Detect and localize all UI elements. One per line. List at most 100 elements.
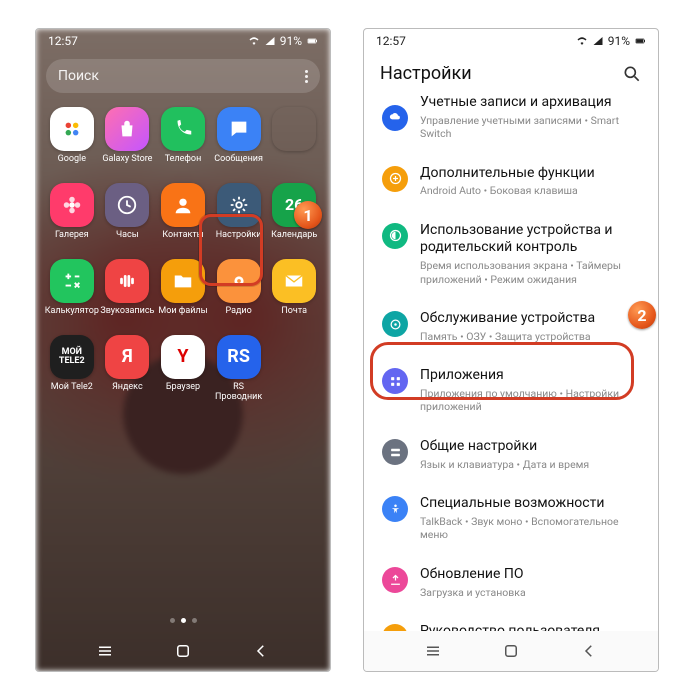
settings-item-title: Использование устройства и родительский …: [420, 222, 642, 257]
page-indicator: [36, 618, 330, 623]
settings-header: Настройки: [364, 53, 658, 90]
settings-item-title: Специальные возможности: [420, 495, 642, 513]
more-icon[interactable]: [305, 70, 308, 83]
a11y-icon: [382, 496, 408, 522]
battery-icon: [634, 35, 646, 47]
app-label: Телефон: [165, 155, 202, 165]
app-rs-проводник[interactable]: RSRS Проводник: [211, 333, 267, 409]
status-bar: 12:57 91%: [36, 29, 330, 53]
app-label: Калькулятор: [45, 307, 99, 317]
wifi-icon: [576, 35, 588, 47]
app-мой-tele2[interactable]: МОЙTELE2 Мой Tele2: [44, 333, 100, 409]
app-телефон[interactable]: Телефон: [155, 105, 211, 181]
app-календарь[interactable]: 26 Календарь: [266, 181, 322, 257]
settings-item-title: Учетные записи и архивация: [420, 94, 642, 112]
nav-recent[interactable]: [424, 642, 442, 660]
update-icon: [382, 567, 408, 593]
app-google[interactable]: Google: [44, 105, 100, 181]
app-label: Яндекс: [112, 383, 143, 393]
ybrowser-icon: Y: [161, 335, 205, 379]
app-браузер[interactable]: Y Браузер: [155, 333, 211, 409]
tele2-icon: МОЙTELE2: [50, 335, 94, 379]
apps-icon: [382, 368, 408, 394]
app-label: Контакты: [162, 231, 203, 241]
app-label: Google: [58, 155, 86, 165]
app-галерея[interactable]: Галерея: [44, 181, 100, 257]
app-контакты[interactable]: Контакты: [155, 181, 211, 257]
signal-icon: [592, 35, 604, 47]
app-почта[interactable]: Почта: [266, 257, 322, 333]
cal-icon: 26: [272, 183, 316, 227]
app-label: Мой Tele2: [51, 383, 93, 393]
settings-item-subtitle: Управление учетными записями • Smart Swi…: [420, 114, 642, 141]
settings-item-wellbeing[interactable]: Использование устройства и родительский …: [370, 210, 652, 298]
search-placeholder: Поиск: [58, 68, 99, 84]
rec-icon: [105, 259, 149, 303]
settings-item-update[interactable]: Обновление ПО Загрузка и установка: [370, 554, 652, 611]
settings-item-subtitle: Android Auto • Боковая клавиша: [420, 184, 642, 198]
settings-item-care[interactable]: Обслуживание устройстваПамять • ОЗУ • За…: [370, 298, 652, 355]
app-label: Календарь: [271, 231, 317, 241]
mail-icon: [272, 259, 316, 303]
status-time: 12:57: [376, 34, 406, 48]
plus-icon: [382, 166, 408, 192]
search-bar[interactable]: Поиск: [46, 59, 320, 93]
app-label: Радио: [225, 307, 251, 317]
contact-icon: [161, 183, 205, 227]
battery-icon: [306, 35, 318, 47]
settings-item-apps[interactable]: ПриложенияПриложения по умолчанию • Наст…: [370, 355, 652, 426]
status-bar: 12:57 91%: [364, 29, 658, 53]
nav-recent[interactable]: [96, 642, 114, 660]
phone-settings-screen: 12:57 91% Настройки Учетные записи и арх…: [363, 28, 659, 672]
cloud-icon: [382, 105, 408, 131]
settings-item-a11y[interactable]: Специальные возможностиTalkBack • Звук м…: [370, 483, 652, 554]
nav-home[interactable]: [502, 642, 520, 660]
wifi-icon: [248, 35, 260, 47]
settings-item-general[interactable]: Общие настройки Язык и клавиатура • Дата …: [370, 426, 652, 483]
app-звукозапись[interactable]: Звукозапись: [100, 257, 156, 333]
settings-item-text: Общие настройки Язык и клавиатура • Дата …: [420, 438, 642, 471]
general-icon: [382, 439, 408, 465]
app-калькулятор[interactable]: Калькулятор: [44, 257, 100, 333]
app-label: Браузер: [166, 383, 200, 393]
app-настройки[interactable]: Настройки: [211, 181, 267, 257]
settings-item-subtitle: Язык и клавиатура • Дата и время: [420, 458, 642, 472]
settings-item-title: Обслуживание устройства: [420, 310, 642, 328]
settings-item-text: Дополнительные функцииAndroid Auto • Бок…: [420, 165, 642, 198]
bag-icon: [105, 107, 149, 151]
app-label: Сообщения: [214, 155, 263, 165]
app-label: RS Проводник: [211, 383, 267, 403]
app-label: Галерея: [55, 231, 89, 241]
status-icons: 91%: [576, 34, 646, 48]
settings-item-title: Обновление ПО: [420, 566, 642, 584]
settings-item-text: ПриложенияПриложения по умолчанию • Наст…: [420, 367, 642, 414]
settings-item-text: Учетные записи и архивация Управление уче…: [420, 94, 642, 141]
search-icon[interactable]: [622, 64, 642, 84]
nav-back[interactable]: [580, 642, 598, 660]
app-яндекс[interactable]: Я Яндекс: [100, 333, 156, 409]
app-часы[interactable]: Часы: [100, 181, 156, 257]
clock-icon: [105, 183, 149, 227]
settings-item-subtitle: Загрузка и установка: [420, 586, 642, 600]
app-мои-файлы[interactable]: Мои файлы: [155, 257, 211, 333]
settings-title: Настройки: [380, 63, 472, 84]
settings-item-text: Обновление ПО Загрузка и установка: [420, 566, 642, 599]
nav-home[interactable]: [174, 642, 192, 660]
settings-item-title: Дополнительные функции: [420, 165, 642, 183]
settings-item-plus[interactable]: Дополнительные функцииAndroid Auto • Бок…: [370, 153, 652, 210]
ya-icon: Я: [105, 335, 149, 379]
app-сообщения[interactable]: Сообщения: [211, 105, 267, 181]
settings-item-cloud[interactable]: Учетные записи и архивация Управление уче…: [370, 90, 652, 153]
settings-item-title: Общие настройки: [420, 438, 642, 456]
app-радио[interactable]: Радио: [211, 257, 267, 333]
app-label: Мои файлы: [158, 307, 207, 317]
signal-icon: [264, 35, 276, 47]
app-galaxy-store[interactable]: Galaxy Store: [100, 105, 156, 181]
folder-icon: [161, 259, 205, 303]
battery-text: 91%: [608, 34, 630, 48]
care-icon: [382, 311, 408, 337]
wellbeing-icon: [382, 223, 408, 249]
app-grid: Google Galaxy Store Телефон Сообщения Галере…: [36, 99, 330, 409]
msg-icon: [217, 107, 261, 151]
nav-back[interactable]: [252, 642, 270, 660]
